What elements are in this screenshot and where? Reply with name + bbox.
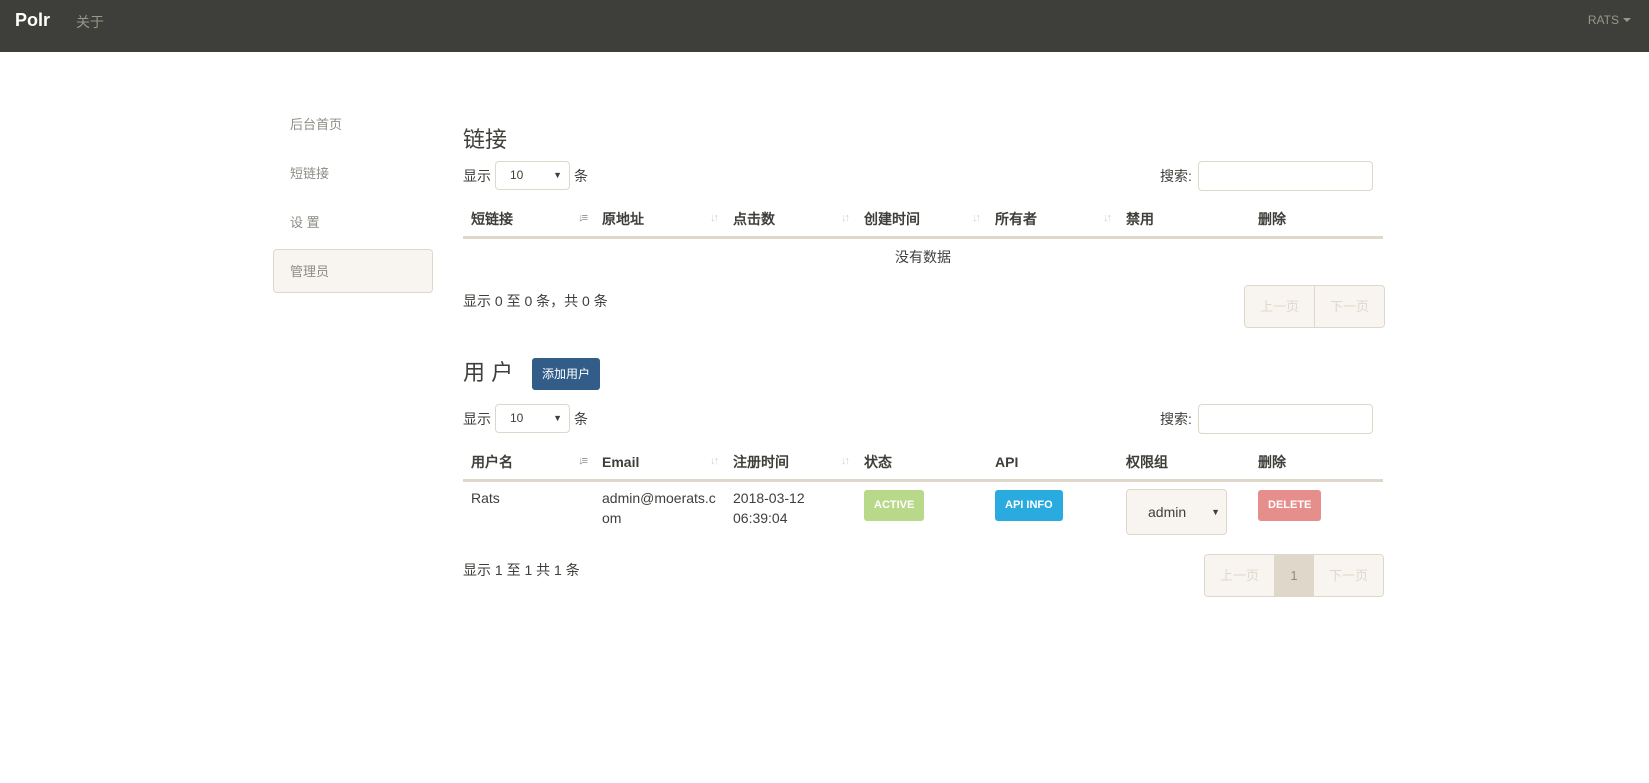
column-username[interactable]: 用户名 ↓≡: [463, 446, 594, 482]
user-menu[interactable]: RATS: [1588, 13, 1631, 27]
column-delete: 删除: [1250, 446, 1383, 482]
links-search-input[interactable]: [1197, 161, 1373, 191]
users-show-suffix: 条: [574, 410, 588, 427]
column-owner[interactable]: 所有者 ↓↑: [987, 203, 1118, 239]
add-user-button[interactable]: 添加用户: [532, 358, 601, 390]
users-search-label: 搜索:: [1160, 411, 1192, 427]
column-label: 点击数: [733, 211, 775, 228]
column-short-link[interactable]: 短链接 ↓≡: [463, 203, 594, 239]
column-label: 短链接: [471, 211, 513, 228]
column-clicks[interactable]: 点击数 ↓↑: [725, 203, 856, 239]
column-label: 用户名: [471, 454, 513, 471]
table-row: 没有数据: [463, 237, 1383, 275]
sort-icon: ↓↑: [841, 212, 850, 224]
users-search-input[interactable]: [1197, 404, 1373, 434]
users-page-length-value: 10: [510, 411, 524, 425]
links-show-prefix: 显示: [463, 167, 491, 184]
links-page-length-select[interactable]: 10 ▼: [495, 161, 570, 190]
users-prev-button[interactable]: 上一页: [1205, 555, 1275, 596]
users-show-prefix: 显示: [463, 410, 491, 427]
user-menu-label: RATS: [1587, 13, 1619, 27]
sidebar-item-settings[interactable]: 设 置: [273, 200, 433, 244]
column-label: 创建时间: [864, 211, 920, 228]
column-role: 权限组: [1118, 446, 1250, 482]
table-header-row: 短链接 ↓≡ 原地址 ↓↑ 点击数 ↓↑ 创建时间 ↓↑ 所有者 ↓↑ 禁用 删除: [463, 203, 1383, 239]
column-disable: 禁用: [1118, 203, 1250, 239]
role-select[interactable]: admin ▼: [1126, 488, 1227, 535]
column-label: 原地址: [602, 211, 644, 228]
cell-username: Rats: [471, 489, 500, 506]
links-table-info: 显示 0 至 0 条，共 0 条: [463, 293, 608, 309]
users-table-info: 显示 1 至 1 共 1 条: [463, 562, 580, 578]
top-navbar: Polr 关于 RATS: [0, 0, 1649, 52]
column-label: 注册时间: [733, 454, 789, 471]
users-length-control: 显示 10 ▼ 条: [463, 404, 588, 433]
cell-role: admin ▼: [1118, 480, 1250, 543]
links-prev-button[interactable]: 上一页: [1245, 286, 1315, 327]
column-status: 状态: [856, 446, 987, 482]
sort-icon: ↓↑: [841, 455, 850, 467]
users-title: 用 户: [463, 360, 514, 385]
column-delete: 删除: [1250, 203, 1383, 239]
users-table: 用户名 ↓≡ Email ↓↑ 注册时间 ↓↑ 状态 API 权限组 删除 Rats …: [463, 446, 1383, 543]
table-row: Rats admin@moerats.com 2018-03-12 06:39:…: [463, 480, 1383, 543]
links-search-label: 搜索:: [1160, 168, 1192, 184]
sort-icon: ↓↑: [1103, 212, 1112, 224]
toggle-active-button[interactable]: ACTIVE: [864, 489, 925, 521]
links-page-length-value: 10: [510, 168, 524, 182]
column-created[interactable]: 创建时间 ↓↑: [856, 203, 987, 239]
sidebar-item-links[interactable]: 短链接: [273, 151, 433, 195]
brand-link[interactable]: Polr: [15, 10, 50, 31]
select-arrow-icon: ▼: [1211, 506, 1220, 517]
users-page-length-select[interactable]: 10 ▼: [495, 404, 570, 433]
nav-about-link[interactable]: 关于: [76, 12, 104, 32]
column-label: 所有者: [995, 211, 1037, 228]
sort-icon: ↓↑: [710, 212, 719, 224]
sidebar-item-home[interactable]: 后台首页: [273, 102, 433, 146]
cell-api: API INFO: [987, 480, 1118, 543]
sidebar-item-admin[interactable]: 管理员: [273, 249, 433, 293]
users-search: 搜索:: [1160, 404, 1373, 434]
role-select-value: admin: [1148, 503, 1187, 520]
column-email[interactable]: Email ↓↑: [594, 446, 725, 482]
users-page-1-button[interactable]: 1: [1275, 555, 1314, 596]
admin-sidebar: 后台首页 短链接 设 置 管理员: [273, 102, 433, 298]
sort-asc-icon: ↓≡: [578, 455, 588, 467]
cell-status: ACTIVE: [856, 480, 987, 543]
users-next-button[interactable]: 下一页: [1314, 555, 1383, 596]
links-show-suffix: 条: [574, 167, 588, 184]
users-pagination: 上一页 1 下一页: [1204, 554, 1384, 597]
sort-icon: ↓↑: [710, 455, 719, 467]
empty-table-message: 没有数据: [895, 248, 951, 265]
api-info-button[interactable]: API INFO: [995, 489, 1063, 521]
delete-user-button[interactable]: DELETE: [1258, 489, 1322, 521]
cell-delete: DELETE: [1250, 480, 1383, 543]
links-search: 搜索:: [1160, 161, 1373, 191]
table-header-row: 用户名 ↓≡ Email ↓↑ 注册时间 ↓↑ 状态 API 权限组 删除: [463, 446, 1383, 482]
select-arrow-icon: ▼: [553, 170, 562, 180]
links-next-button[interactable]: 下一页: [1315, 286, 1384, 327]
links-table: 短链接 ↓≡ 原地址 ↓↑ 点击数 ↓↑ 创建时间 ↓↑ 所有者 ↓↑ 禁用 删除 没有数…: [463, 203, 1383, 275]
column-api: API: [987, 446, 1118, 482]
links-length-control: 显示 10 ▼ 条: [463, 161, 588, 190]
cell-registered: 2018-03-12 06:39:04: [733, 489, 805, 526]
select-arrow-icon: ▼: [553, 413, 562, 423]
column-long-url[interactable]: 原地址 ↓↑: [594, 203, 725, 239]
links-pagination: 上一页 下一页: [1244, 285, 1385, 328]
caret-down-icon: [1623, 18, 1631, 22]
column-registered[interactable]: 注册时间 ↓↑: [725, 446, 856, 482]
cell-email: admin@moerats.com: [602, 489, 716, 526]
sort-asc-icon: ↓≡: [578, 212, 588, 224]
links-title: 链接: [463, 127, 508, 152]
column-label: Email: [602, 454, 640, 471]
sort-icon: ↓↑: [972, 212, 981, 224]
